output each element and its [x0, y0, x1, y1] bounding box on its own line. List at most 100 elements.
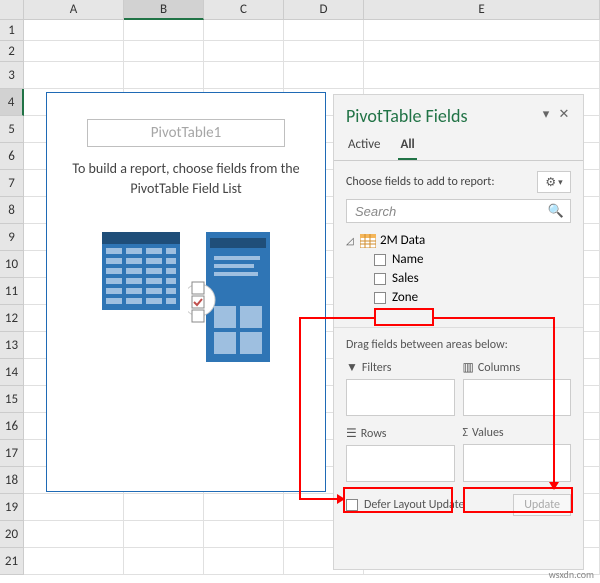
- row-header-16[interactable]: 16: [0, 413, 24, 440]
- cell-B21[interactable]: [124, 548, 204, 575]
- cell-B2[interactable]: [124, 41, 204, 62]
- field-zone-label: Zone: [392, 290, 418, 305]
- field-sales-label: Sales: [392, 271, 419, 286]
- data-table-node[interactable]: ◿ 2M Data: [346, 231, 571, 250]
- columns-icon: ▥: [463, 360, 474, 375]
- row-header-7[interactable]: 7: [0, 170, 24, 197]
- cell-B20[interactable]: [124, 521, 204, 548]
- cell-A20[interactable]: [24, 521, 124, 548]
- checkbox-zone[interactable]: [374, 292, 386, 304]
- cell-C3[interactable]: [204, 62, 284, 89]
- field-name-label: Name: [392, 252, 423, 267]
- column-header-D[interactable]: D: [284, 0, 364, 20]
- columns-dropzone[interactable]: [463, 379, 572, 416]
- cell-C2[interactable]: [204, 41, 284, 62]
- choose-fields-label: Choose fields to add to report:: [346, 175, 495, 189]
- gear-icon: ⚙: [545, 175, 556, 190]
- chevron-down-icon: ▾: [558, 177, 563, 188]
- values-label: Values: [472, 426, 504, 440]
- cell-B1[interactable]: [124, 20, 204, 41]
- area-rows[interactable]: ☰ Rows: [346, 424, 455, 482]
- row-header-20[interactable]: 20: [0, 521, 24, 548]
- rows-label: Rows: [361, 427, 387, 441]
- row-header-9[interactable]: 9: [0, 224, 24, 251]
- area-filters[interactable]: ▼ Filters: [346, 358, 455, 416]
- pane-options-dropdown[interactable]: ▾: [537, 107, 555, 125]
- area-columns[interactable]: ▥Columns: [463, 358, 572, 416]
- row-header-21[interactable]: 21: [0, 548, 24, 575]
- row-header-10[interactable]: 10: [0, 251, 24, 278]
- update-button: Update: [513, 494, 571, 516]
- row-header-12[interactable]: 12: [0, 305, 24, 332]
- column-header-E[interactable]: E: [364, 0, 600, 20]
- pivottable-message: To build a report, choose fields from th…: [57, 159, 315, 198]
- rows-dropzone[interactable]: [346, 445, 455, 482]
- search-box[interactable]: 🔍: [346, 199, 571, 223]
- row-header-17[interactable]: 17: [0, 440, 24, 467]
- cell-E2[interactable]: [364, 41, 600, 62]
- cell-D2[interactable]: [284, 41, 364, 62]
- field-name[interactable]: Name: [346, 250, 571, 269]
- filters-label: Filters: [362, 361, 392, 375]
- defer-label: Defer Layout Update: [364, 498, 465, 512]
- values-dropzone[interactable]: [463, 444, 572, 482]
- cell-A3[interactable]: [24, 62, 124, 89]
- cell-E3[interactable]: [364, 62, 600, 89]
- tools-dropdown[interactable]: ⚙ ▾: [537, 171, 571, 193]
- column-header-A[interactable]: A: [24, 0, 124, 20]
- cell-B3[interactable]: [124, 62, 204, 89]
- cell-D1[interactable]: [284, 20, 364, 41]
- row-header-5[interactable]: 5: [0, 116, 24, 143]
- watermark: wsxdn.com: [549, 568, 594, 581]
- tab-all[interactable]: All: [398, 133, 416, 160]
- field-sales[interactable]: Sales: [346, 269, 571, 288]
- row-header-4[interactable]: 4: [0, 89, 24, 116]
- field-zone[interactable]: Zone: [346, 288, 571, 307]
- pivottable-name: PivotTable1: [87, 119, 285, 147]
- cell-C21[interactable]: [204, 548, 284, 575]
- data-table-label: 2M Data: [380, 233, 425, 248]
- row-header-2[interactable]: 2: [0, 41, 24, 62]
- collapse-icon[interactable]: ◿: [346, 234, 356, 247]
- sheet-corner[interactable]: [0, 0, 24, 20]
- tab-active[interactable]: Active: [346, 133, 382, 160]
- cell-A19[interactable]: [24, 494, 124, 521]
- values-icon: Σ: [463, 426, 469, 440]
- defer-checkbox[interactable]: [346, 499, 358, 511]
- pane-title: PivotTable Fields: [346, 105, 537, 127]
- rows-icon: ☰: [346, 426, 357, 441]
- row-header-14[interactable]: 14: [0, 359, 24, 386]
- filter-icon: ▼: [346, 360, 358, 375]
- column-header-C[interactable]: C: [204, 0, 284, 20]
- table-icon: [360, 234, 376, 248]
- row-header-15[interactable]: 15: [0, 386, 24, 413]
- checkbox-name[interactable]: [374, 254, 386, 266]
- close-icon[interactable]: ✕: [555, 107, 573, 125]
- cell-A2[interactable]: [24, 41, 124, 62]
- row-header-13[interactable]: 13: [0, 332, 24, 359]
- row-header-1[interactable]: 1: [0, 20, 24, 41]
- cell-B19[interactable]: [124, 494, 204, 521]
- row-header-3[interactable]: 3: [0, 62, 24, 89]
- cell-C20[interactable]: [204, 521, 284, 548]
- checkbox-sales[interactable]: [374, 273, 386, 285]
- pivottable-illustration: [57, 232, 315, 362]
- cell-A21[interactable]: [24, 548, 124, 575]
- row-header-11[interactable]: 11: [0, 278, 24, 305]
- row-header-19[interactable]: 19: [0, 494, 24, 521]
- row-header-6[interactable]: 6: [0, 143, 24, 170]
- search-input[interactable]: [353, 203, 548, 220]
- row-header-18[interactable]: 18: [0, 467, 24, 494]
- column-header-B[interactable]: B: [124, 0, 204, 20]
- cell-C1[interactable]: [204, 20, 284, 41]
- cell-A1[interactable]: [24, 20, 124, 41]
- cell-C19[interactable]: [204, 494, 284, 521]
- area-values[interactable]: ΣValues: [463, 424, 572, 482]
- filters-dropzone[interactable]: [346, 379, 455, 416]
- cell-E1[interactable]: [364, 20, 600, 41]
- pivottable-placeholder[interactable]: PivotTable1 To build a report, choose fi…: [46, 92, 326, 492]
- cell-D3[interactable]: [284, 62, 364, 89]
- row-header-8[interactable]: 8: [0, 197, 24, 224]
- drag-areas-label: Drag fields between areas below:: [334, 327, 583, 358]
- illustration-table-icon: [102, 232, 180, 316]
